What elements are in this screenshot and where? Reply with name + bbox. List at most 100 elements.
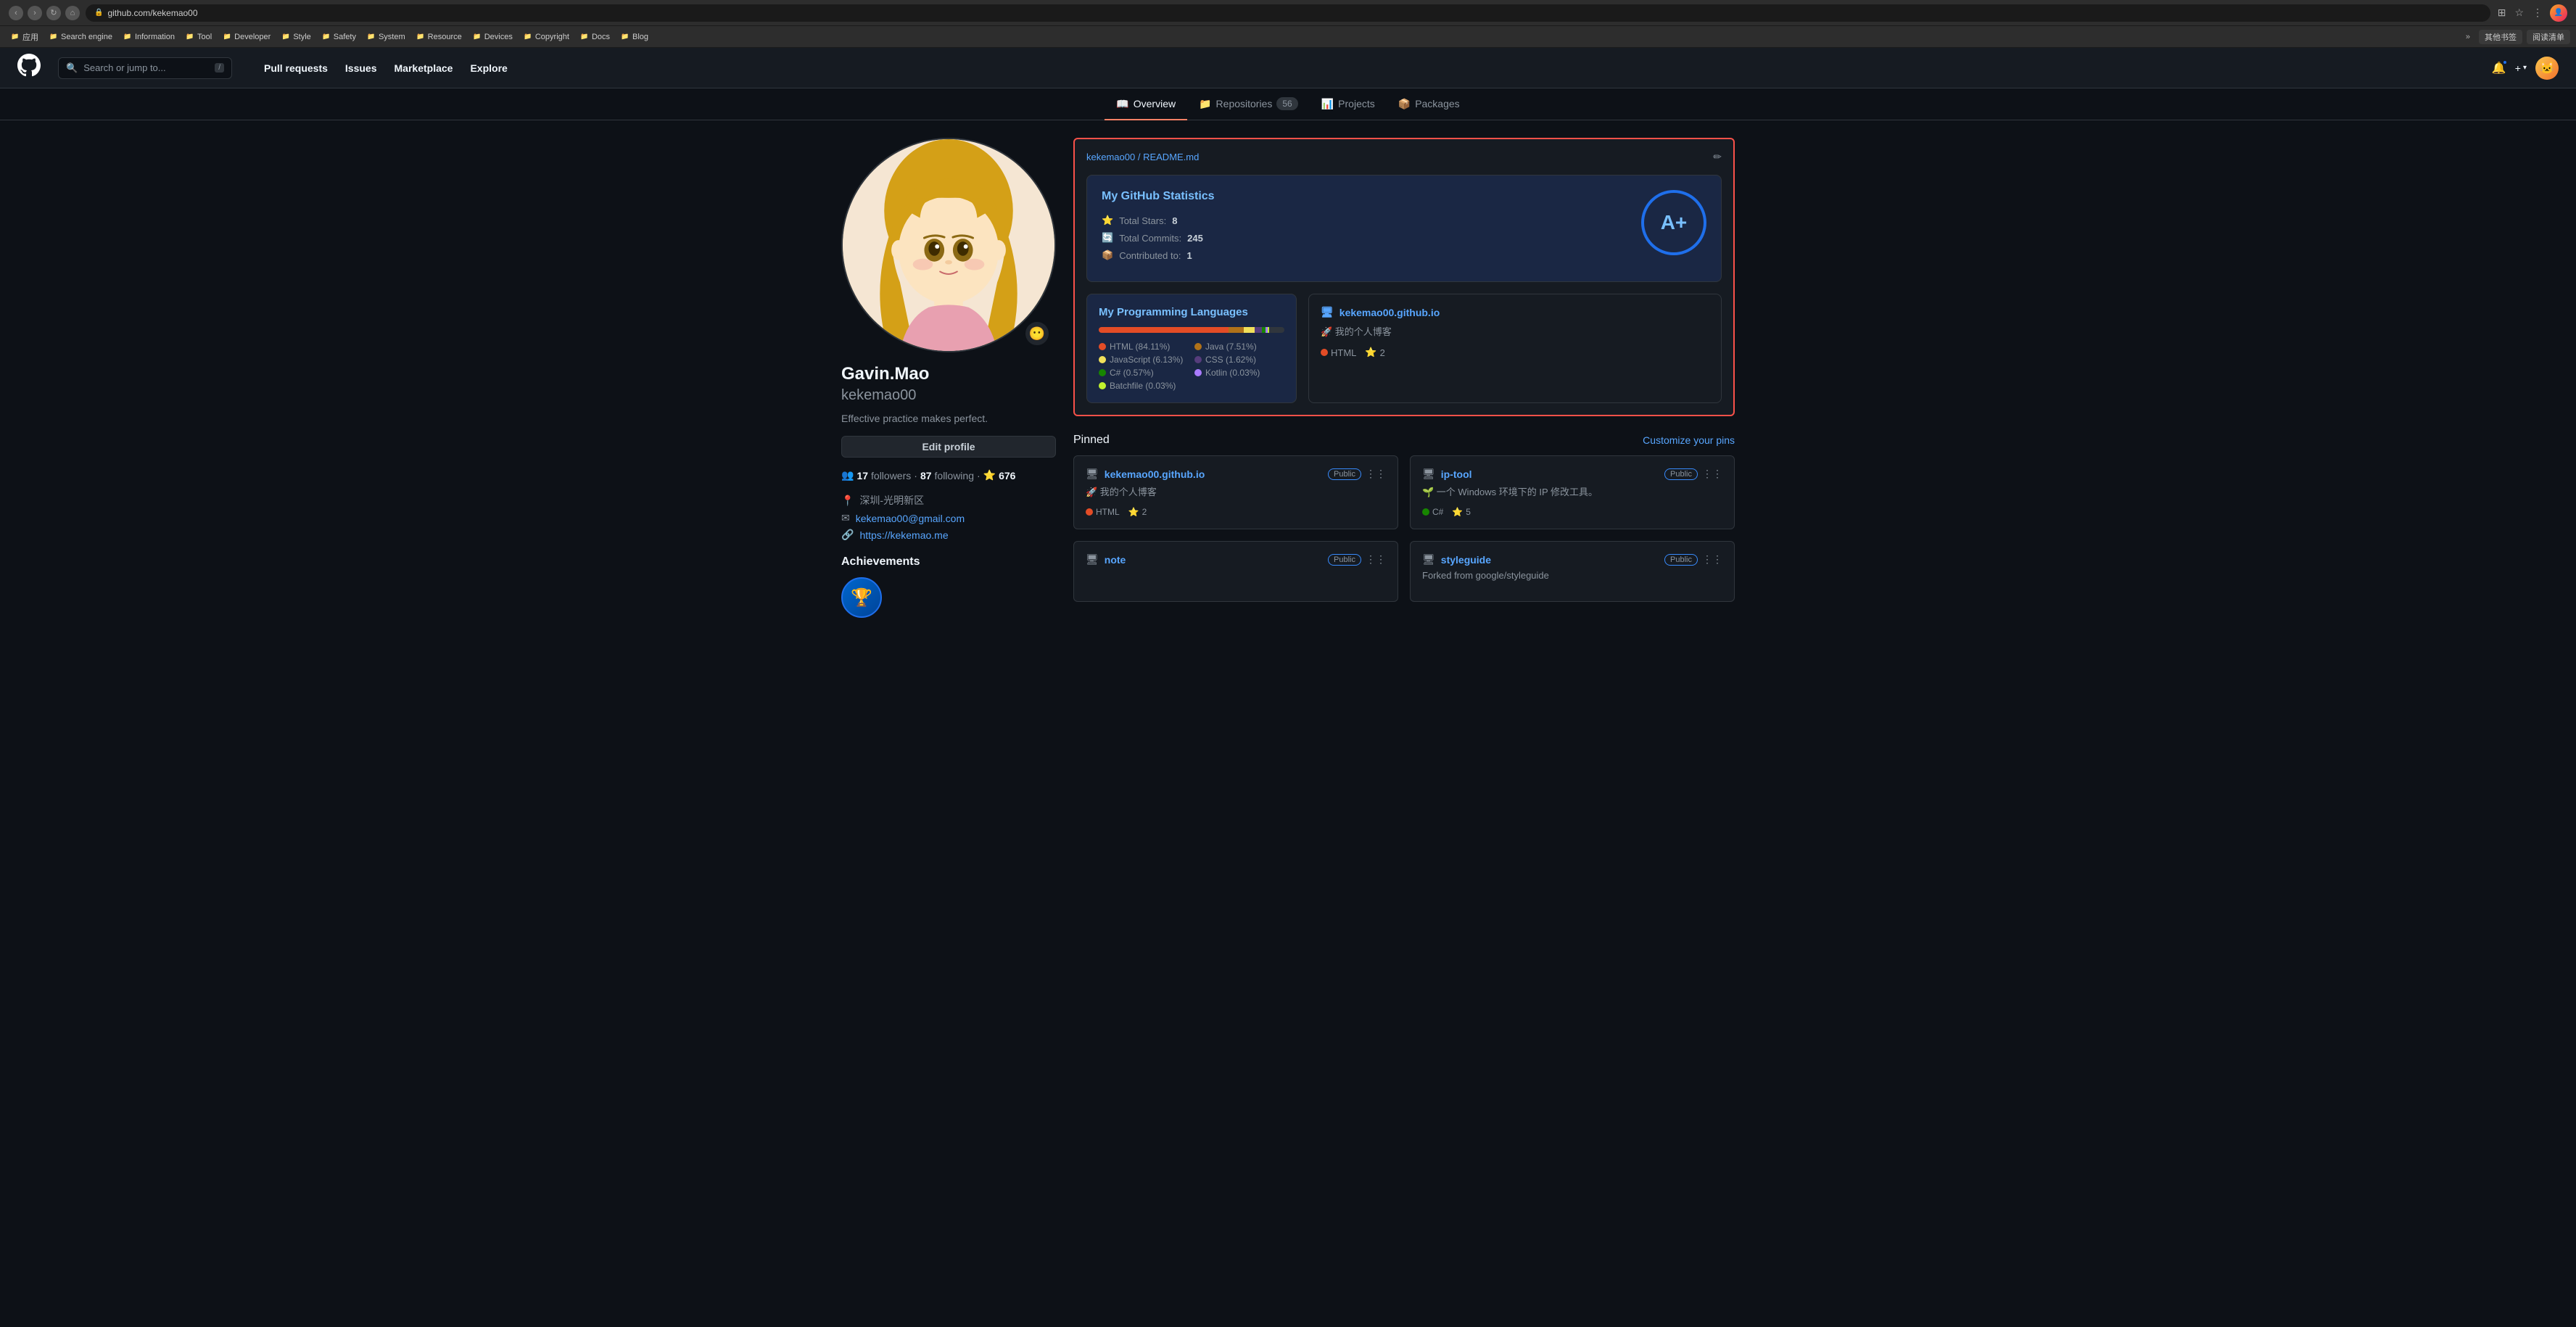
bookmark-apps[interactable]: 📁 应用 — [6, 30, 43, 44]
pinned-card-3: 🖥 note Public ⋮⋮ — [1073, 541, 1398, 602]
bookmark-devices[interactable]: 📁 Devices — [468, 30, 517, 44]
nav-pull-requests[interactable]: Pull requests — [255, 57, 337, 80]
profile-sidebar: 😶 Gavin.Mao kekemao00 Effective practice… — [841, 138, 1056, 619]
nav-issues[interactable]: Issues — [337, 57, 386, 80]
pinned-card-title-2: 🖥 ip-tool — [1422, 468, 1472, 480]
browser-user-avatar[interactable]: 👤 — [2550, 4, 2567, 22]
notification-button[interactable]: 🔔 — [2492, 61, 2506, 75]
tab-overview[interactable]: 📖 Overview — [1105, 89, 1187, 120]
bookmark-docs[interactable]: 📁 Docs — [575, 30, 614, 44]
bookmarks-more-button[interactable]: » — [2461, 31, 2474, 43]
card-menu-2[interactable]: ⋮⋮ — [1702, 468, 1722, 480]
css-bar — [1255, 327, 1262, 333]
html-bar — [1099, 327, 1229, 333]
repo-name-1[interactable]: kekemao00.github.io — [1105, 468, 1205, 480]
card-menu-3[interactable]: ⋮⋮ — [1366, 553, 1386, 566]
edit-profile-button[interactable]: Edit profile — [841, 436, 1056, 458]
bookmark-resource-label: Resource — [428, 33, 462, 41]
bookmark-other[interactable]: 其他书签 — [2479, 30, 2522, 44]
lang-label-1: HTML — [1096, 507, 1120, 517]
customize-pins-link[interactable]: Customize your pins — [1643, 434, 1735, 446]
bookmark-resource[interactable]: 📁 Resource — [411, 30, 466, 44]
search-bar[interactable]: 🔍 Search or jump to... / — [58, 57, 232, 79]
tab-projects[interactable]: 📊 Projects — [1310, 89, 1387, 120]
bookmark-system[interactable]: 📁 System — [362, 30, 410, 44]
website-meta: HTML ⭐ 2 — [1321, 347, 1709, 358]
user-avatar[interactable]: 🐱 — [2535, 57, 2559, 80]
batch-label: Batchfile (0.03%) — [1110, 381, 1176, 391]
refresh-button[interactable]: ↻ — [46, 6, 61, 20]
bookmark-tool[interactable]: 📁 Tool — [181, 30, 216, 44]
repo-name-3[interactable]: note — [1105, 554, 1126, 566]
readme-edit-button[interactable]: ✏ — [1713, 151, 1722, 163]
overview-label: Overview — [1134, 98, 1176, 109]
stats-left: My GitHub Statistics ⭐ Total Stars: 8 🔄 … — [1102, 190, 1627, 267]
create-new-button[interactable]: + ▾ — [2515, 62, 2527, 74]
public-badge-4: Public — [1664, 554, 1698, 566]
browser-actions: ⊞ ☆ ⋮ 👤 — [2496, 4, 2567, 22]
meta-location: 📍 深圳-光明新区 — [841, 493, 1056, 508]
avatar-image: 🐱 — [2540, 61, 2554, 75]
java-dot — [1194, 343, 1202, 350]
overview-icon: 📖 — [1116, 98, 1128, 110]
folder-icon: 📁 — [123, 32, 133, 42]
repos-badge: 56 — [1276, 97, 1297, 110]
website-link[interactable]: https://kekemao.me — [859, 529, 948, 541]
bookmark-information[interactable]: 📁 Information — [118, 30, 179, 44]
bookmark-developer[interactable]: 📁 Developer — [218, 30, 275, 44]
nav-marketplace[interactable]: Marketplace — [386, 57, 462, 80]
lang-html: HTML (84.11%) — [1099, 342, 1189, 352]
bookmark-safety[interactable]: 📁 Safety — [317, 30, 360, 44]
settings-button[interactable]: ⋮ — [2531, 5, 2544, 20]
folder-icon: 📁 — [321, 32, 331, 42]
pinned-title: Pinned — [1073, 434, 1110, 447]
repo-name-4[interactable]: styleguide — [1441, 554, 1491, 566]
meta-email: ✉ kekemao00@gmail.com — [841, 512, 1056, 524]
card-menu-4[interactable]: ⋮⋮ — [1702, 553, 1722, 566]
bookmark-search[interactable]: 📁 Search engine — [44, 30, 117, 44]
github-logo[interactable] — [17, 54, 41, 82]
pinned-card-header-2: 🖥 ip-tool Public ⋮⋮ — [1422, 468, 1722, 480]
bookmark-copyright[interactable]: 📁 Copyright — [519, 30, 574, 44]
meta-website: 🔗 https://kekemao.me — [841, 529, 1056, 541]
forward-button[interactable]: › — [28, 6, 42, 20]
website-stars: ⭐ 2 — [1365, 347, 1384, 358]
profile-tabs: 📖 Overview 📁 Repositories 56 📊 Projects … — [0, 88, 2576, 120]
tab-packages[interactable]: 📦 Packages — [1387, 89, 1471, 120]
followers-info: 👥 17 followers · 87 following · ⭐ 676 — [841, 469, 1056, 481]
nav-explore[interactable]: Explore — [461, 57, 516, 80]
bookmark-button[interactable]: ☆ — [2513, 5, 2525, 20]
card-menu-1[interactable]: ⋮⋮ — [1366, 468, 1386, 480]
extensions-button[interactable]: ⊞ — [2496, 5, 2508, 20]
pinned-stars-1: ⭐ 2 — [1128, 507, 1147, 517]
pinned-desc-4: Forked from google/styleguide — [1422, 570, 1722, 581]
repo-name-2[interactable]: ip-tool — [1441, 468, 1472, 480]
star-icon: ⭐ — [983, 469, 996, 481]
bookmark-reading-list[interactable]: 阅读清单 — [2527, 30, 2570, 44]
packages-label: Packages — [1415, 98, 1459, 109]
stars-count-2: 5 — [1466, 507, 1471, 517]
java-bar — [1229, 327, 1243, 333]
website-link[interactable]: kekemao00.github.io — [1339, 307, 1440, 318]
address-bar[interactable]: 🔒 github.com/kekemao00 — [86, 4, 2490, 22]
bookmark-blog[interactable]: 📁 Blog — [616, 30, 653, 44]
followers-label: followers — [871, 470, 911, 481]
home-button[interactable]: ⌂ — [65, 6, 80, 20]
batch-dot — [1099, 382, 1106, 389]
repo-icon: 🖥 — [1422, 553, 1435, 566]
browser-chrome: ‹ › ↻ ⌂ 🔒 github.com/kekemao00 ⊞ ☆ ⋮ 👤 — [0, 0, 2576, 26]
lang-css: CSS (1.62%) — [1194, 355, 1284, 365]
pinned-grid: 🖥 kekemao00.github.io Public ⋮⋮ 🚀 我的个人博客… — [1073, 455, 1735, 602]
following-label: following — [935, 470, 974, 481]
email-link[interactable]: kekemao00@gmail.com — [856, 513, 965, 524]
website-icon: 🖥 — [1321, 306, 1334, 318]
kotlin-dot — [1194, 369, 1202, 376]
back-button[interactable]: ‹ — [9, 6, 23, 20]
folder-icon: 📁 — [366, 32, 376, 42]
plus-icon: + — [2515, 62, 2521, 74]
bookmark-style[interactable]: 📁 Style — [276, 30, 315, 44]
stars-count-1: 2 — [1142, 507, 1147, 517]
tab-repositories[interactable]: 📁 Repositories 56 — [1187, 88, 1310, 120]
bookmark-info-label: Information — [135, 33, 175, 41]
java-label: Java (7.51%) — [1205, 342, 1257, 352]
